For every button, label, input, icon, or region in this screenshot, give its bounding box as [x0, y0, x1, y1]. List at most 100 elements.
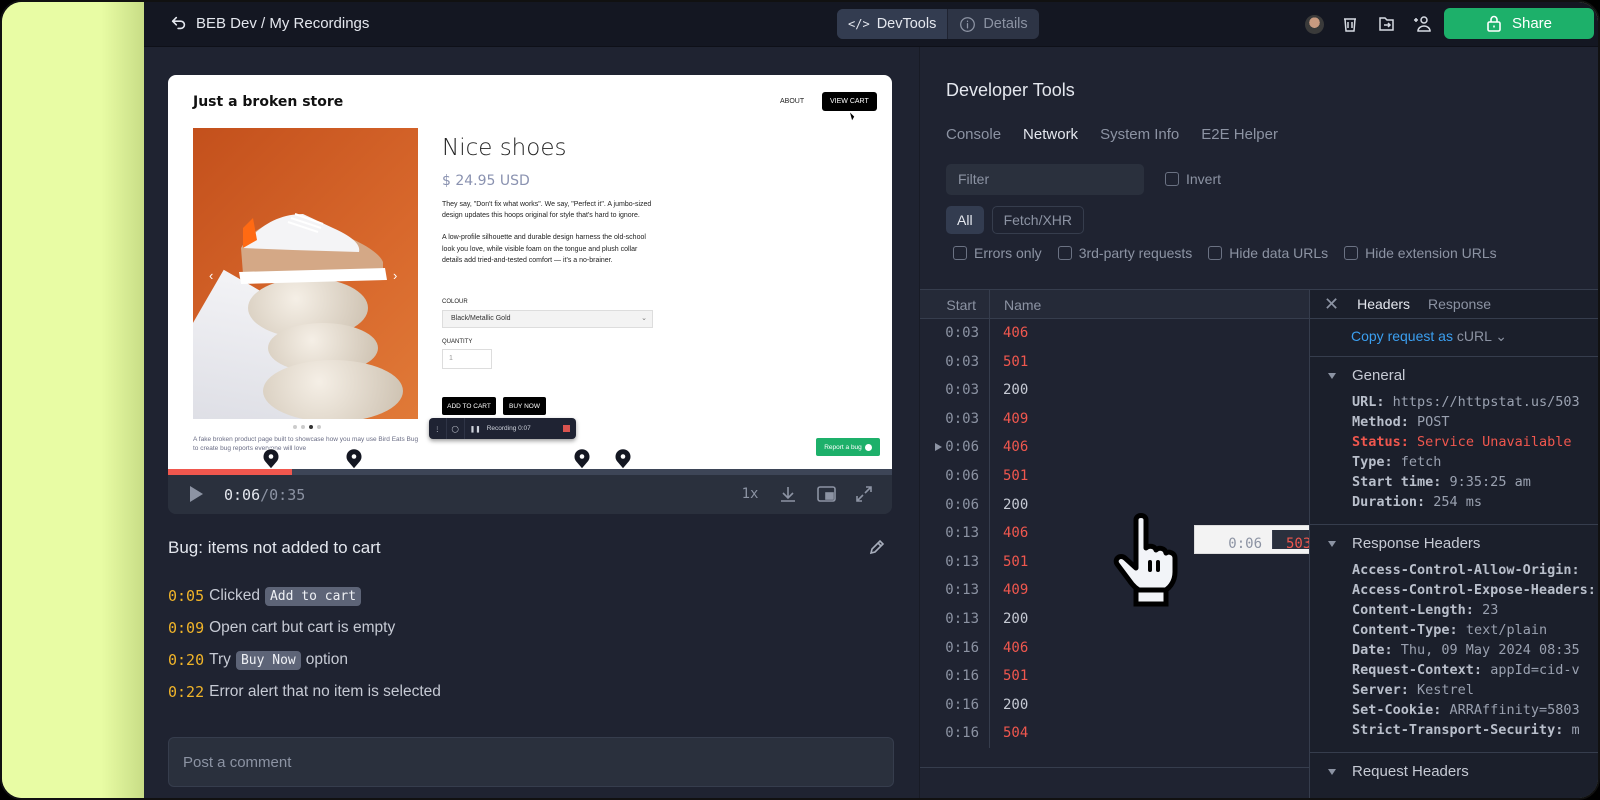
timeline-marker-icon[interactable] [573, 448, 591, 470]
row-name: 200 [1003, 382, 1029, 399]
tab-details[interactable]: Details [947, 9, 1038, 39]
response-headers-title: Response Headers [1352, 535, 1481, 552]
table-row[interactable]: 0:03 200 [920, 376, 1310, 405]
step-text: Open cart but cart is empty [209, 619, 396, 636]
header-key: Start time: [1352, 474, 1442, 490]
header-key: Request-Context: [1352, 662, 1483, 678]
trash-icon[interactable] [1340, 14, 1360, 34]
filter-fetch-xhr[interactable]: Fetch/XHR [991, 206, 1085, 234]
request-headers-toggle[interactable]: Request Headers [1310, 763, 1598, 780]
tab-e2e-helper[interactable]: E2E Helper [1201, 126, 1278, 143]
table-row[interactable]: 0:03 406 [920, 319, 1310, 348]
video-player: Just a broken store ABOUT VIEW CART ‹ › … [168, 75, 892, 514]
tab-console[interactable]: Console [946, 126, 1001, 143]
filter-input[interactable]: Filter [946, 164, 1144, 195]
back-arrow-icon[interactable] [170, 14, 188, 32]
hand-pointer-cursor-icon [1113, 513, 1178, 607]
avatar[interactable] [1304, 14, 1324, 34]
tab-system-info[interactable]: System Info [1100, 126, 1179, 143]
breadcrumb[interactable]: BEB Dev / My Recordings [170, 14, 369, 32]
timeline-marker-icon[interactable] [345, 448, 363, 470]
breadcrumb-text[interactable]: BEB Dev / My Recordings [196, 15, 369, 32]
invert-checkbox[interactable]: Invert [1165, 171, 1221, 187]
checkbox-errors-only[interactable]: Errors only [953, 245, 1042, 261]
close-icon[interactable]: ✕ [1324, 294, 1339, 315]
checkbox-icon[interactable] [1057, 246, 1072, 260]
table-row[interactable]: 0:06 406 [920, 433, 1310, 462]
response-headers-toggle[interactable]: Response Headers [1310, 535, 1598, 552]
table-row[interactable]: 0:16 501 [920, 662, 1310, 691]
share-label: Share [1511, 15, 1553, 32]
timeline-marker-icon[interactable] [262, 448, 280, 470]
tab-devtools[interactable]: </> DevTools [837, 9, 948, 39]
current-time: 0:06 [224, 486, 261, 504]
add-user-icon[interactable] [1412, 14, 1432, 34]
step-text-after: option [305, 651, 348, 668]
step-timestamp[interactable]: 0:20 [168, 651, 204, 669]
type-filter: All Fetch/XHR [946, 206, 1085, 234]
header-entry: Strict-Transport-Security: m [1352, 720, 1598, 740]
devtools-panel: Developer Tools Console Network System Inf… [920, 47, 1598, 798]
checkbox-icon[interactable] [953, 246, 967, 260]
checkbox-icon[interactable] [1344, 246, 1359, 260]
row-start-value: 0:03 [945, 353, 979, 370]
edit-icon[interactable] [868, 538, 888, 558]
step-timestamp[interactable]: 0:09 [168, 619, 204, 637]
row-start-value: 0:13 [945, 525, 979, 542]
row-start-value: 0:16 [945, 725, 979, 742]
checkbox-icon[interactable] [1165, 172, 1179, 186]
colour-value: Black/Metallic Gold [451, 315, 511, 322]
playback-speed-button[interactable]: 1x [740, 484, 760, 504]
description-para-1: They say, "Don't fix what works". We say… [442, 201, 652, 220]
store-view-cart-button: VIEW CART [822, 92, 877, 111]
move-to-folder-icon[interactable] [1376, 14, 1396, 34]
table-row[interactable]: 0:06 501 [920, 461, 1310, 491]
step-text: Error alert that no item is selected [209, 683, 441, 700]
comment-input[interactable]: Post a comment [168, 737, 894, 787]
copy-format: cURL [1456, 328, 1492, 344]
step-timestamp[interactable]: 0:22 [168, 683, 204, 701]
fullscreen-icon[interactable] [854, 484, 874, 504]
window-frame: BEB Dev / My Recordings </> DevTools Det… [0, 0, 1600, 800]
picture-in-picture-icon[interactable] [816, 484, 836, 504]
table-row[interactable]: 0:16 406 [920, 633, 1310, 663]
tab-response[interactable]: Response [1428, 296, 1491, 312]
play-button[interactable] [190, 486, 203, 502]
copy-request-button[interactable]: Copy request as cURL ⌄ [1310, 319, 1598, 357]
bug-step: 0:20 Try Buy Now option [168, 644, 441, 676]
checkbox-icon[interactable] [1208, 246, 1223, 260]
checkbox-hide-data-urls[interactable]: Hide data URLs [1208, 245, 1328, 261]
table-row[interactable]: 0:16 504 [920, 719, 1310, 748]
tab-headers[interactable]: Headers [1357, 296, 1410, 312]
filter-all[interactable]: All [946, 206, 984, 234]
step-timestamp[interactable]: 0:05 [168, 587, 204, 605]
header-entry: Start time: 9:35:25 am [1352, 472, 1598, 492]
column-name[interactable]: Name [990, 290, 1055, 318]
download-icon[interactable] [778, 484, 798, 504]
step-text: Clicked [209, 587, 260, 604]
recording-frame[interactable]: Just a broken store ABOUT VIEW CART ‹ › … [168, 75, 892, 470]
timeline-marker-icon[interactable] [614, 448, 632, 470]
drag-handle-icon: ⋮ [429, 418, 447, 439]
general-section-toggle[interactable]: General [1310, 367, 1598, 384]
checkbox-hide-extension-urls[interactable]: Hide extension URLs [1344, 245, 1497, 261]
checkbox-3rd-party-requests[interactable]: 3rd-party requests [1057, 245, 1193, 261]
header-value: appId=cid-v [1490, 662, 1580, 678]
target-icon: ◯ [447, 418, 465, 439]
share-button[interactable]: Share [1444, 8, 1594, 39]
table-row[interactable]: 0:16 200 [920, 690, 1310, 720]
row-name: 501 [1003, 668, 1029, 685]
table-row[interactable]: 0:03 501 [920, 347, 1310, 377]
table-row[interactable]: 0:03 409 [920, 404, 1310, 434]
step-chip: Buy Now [235, 650, 301, 670]
row-start: 0:13 [920, 547, 990, 577]
row-name: 406 [1003, 639, 1029, 656]
chevron-down-icon: ⌄ [641, 315, 647, 322]
store-title: Just a broken store [193, 94, 344, 110]
tab-network[interactable]: Network [1023, 126, 1078, 143]
checkbox-label: 3rd-party requests [1078, 245, 1193, 261]
column-start[interactable]: Start [920, 290, 990, 318]
header-key: Set-Cookie: [1352, 702, 1442, 718]
row-start: 0:06 [920, 461, 990, 491]
devtools-title: Developer Tools [946, 80, 1075, 100]
